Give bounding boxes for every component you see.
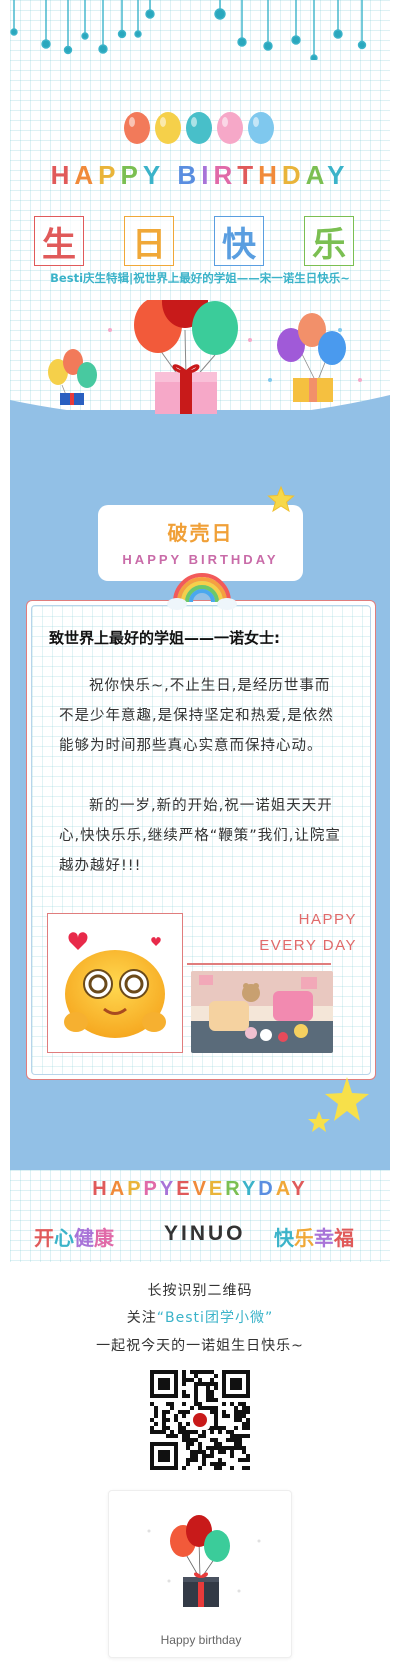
wish-happiness-char-2: 幸	[314, 1226, 334, 1250]
title-letter-13: Y	[327, 160, 350, 190]
qr-code-icon[interactable]	[150, 1370, 250, 1470]
banner-letter-1: A	[109, 1178, 128, 1200]
letter-heading: 致世界上最好的学姐——一诺女士:	[49, 629, 280, 647]
party-illustration	[48, 300, 362, 414]
wish-health-char-2: 健	[74, 1226, 94, 1250]
gift-balloons-icon	[147, 1515, 261, 1607]
rainbow-icon	[167, 573, 237, 610]
emoji-face-icon	[64, 932, 166, 1038]
letter-card: 致世界上最好的学姐——一诺女士: 祝你快乐~,不止生日,是经历世事而不是少年意趣…	[26, 600, 376, 1080]
wish-health-char-0: 开	[34, 1226, 54, 1250]
title-letter-0: H	[50, 160, 75, 190]
title-letter-10: H	[258, 160, 282, 190]
wish-health-char-1: 心	[54, 1226, 74, 1250]
happy-birthday-title: HAPPY BIRTHDAY	[0, 160, 400, 191]
happy-every-day-banner: HAPPYEVERYDAY	[0, 1178, 400, 1201]
drip-decoration	[10, 0, 367, 60]
banner-letter-7: E	[208, 1178, 226, 1200]
char-box-le: 乐	[304, 216, 354, 266]
qr-instruction: 长按识别二维码	[147, 1283, 253, 1299]
banner-letter-2: P	[127, 1178, 144, 1200]
wish-happiness: 快乐幸福	[274, 1222, 354, 1251]
birthday-page: HAPPY BIRTHDAY 生 日 快 乐 Besti庆生特辑|祝世界上最好的…	[0, 0, 400, 1674]
char-box-kuai: 快	[214, 216, 264, 266]
account-name[interactable]: “Besti团学小微”	[157, 1310, 273, 1326]
title-letter-2: P	[98, 160, 121, 190]
wish-happiness-char-0: 快	[274, 1226, 294, 1250]
title-letter-7: I	[201, 160, 214, 190]
wish-happiness-char-1: 乐	[294, 1226, 314, 1250]
wish-health: 开心健康	[34, 1222, 114, 1251]
banner-letter-12: Y	[291, 1178, 308, 1200]
balloon-row-icon	[124, 112, 274, 144]
qr-follow-text: 关注“Besti团学小微”	[126, 1310, 274, 1326]
wish-health-char-3: 康	[94, 1226, 114, 1250]
banner-letter-10: D	[258, 1178, 276, 1200]
divider-line	[187, 963, 331, 965]
banner-letter-5: E	[176, 1178, 193, 1200]
char-box-sheng: 生	[34, 216, 84, 266]
banner-letter-6: V	[192, 1178, 209, 1200]
title-letter-9: T	[237, 160, 259, 190]
emoji-frame	[47, 913, 183, 1053]
title-letter-11: D	[281, 160, 306, 190]
title-letter-3: P	[120, 160, 143, 190]
star-icon	[267, 485, 295, 513]
banner-letter-3: P	[143, 1178, 160, 1200]
banner-letter-0: H	[92, 1178, 110, 1200]
title-letter-5	[165, 160, 177, 190]
title-letter-4: Y	[142, 160, 166, 190]
wish-happiness-char-3: 福	[334, 1226, 354, 1250]
title-letter-8: R	[213, 160, 238, 190]
letter-paragraph-1: 祝你快乐~,不止生日,是经历世事而不是少年意趣,是保持坚定和热爱,是依然能够为时…	[59, 678, 334, 754]
banner-letter-8: R	[225, 1178, 242, 1200]
wishes-row: 开心健康 YINUO 快乐幸福	[0, 1222, 400, 1252]
label-card-title: 破壳日	[167, 521, 234, 545]
title-letter-1: A	[74, 160, 99, 190]
wish-name: YINUO	[164, 1222, 246, 1245]
gift-card: Happy birthday	[108, 1490, 292, 1658]
stars-icon	[308, 1077, 369, 1132]
title-letter-6: B	[177, 160, 202, 190]
happy-line-2: EVERY DAY	[259, 937, 357, 954]
char-box-ri: 日	[124, 216, 174, 266]
qr-blessing-text: 一起祝今天的一诺姐生日快乐~	[96, 1338, 304, 1354]
banner-letter-4: Y	[159, 1178, 177, 1200]
happy-every-day-text: HAPPY EVERY DAY	[259, 907, 357, 959]
banner-letter-9: Y	[241, 1178, 259, 1200]
label-card-subtitle: HAPPY BIRTHDAY	[122, 552, 279, 567]
letter-paragraph-2: 新的一岁,新的开始,祝一诺姐天天开心,快快乐乐,继续严格“鞭策”我们,让院宣越办…	[59, 798, 341, 874]
subtitle: Besti庆生特辑|祝世界上最好的学姐——宋一诺生日快乐~	[50, 271, 350, 285]
banner-letter-11: A	[275, 1178, 292, 1200]
cozy-room-image	[191, 971, 333, 1053]
title-letter-12: A	[305, 160, 328, 190]
gift-caption: Happy birthday	[160, 1633, 242, 1647]
happy-line-1: HAPPY	[298, 911, 357, 928]
